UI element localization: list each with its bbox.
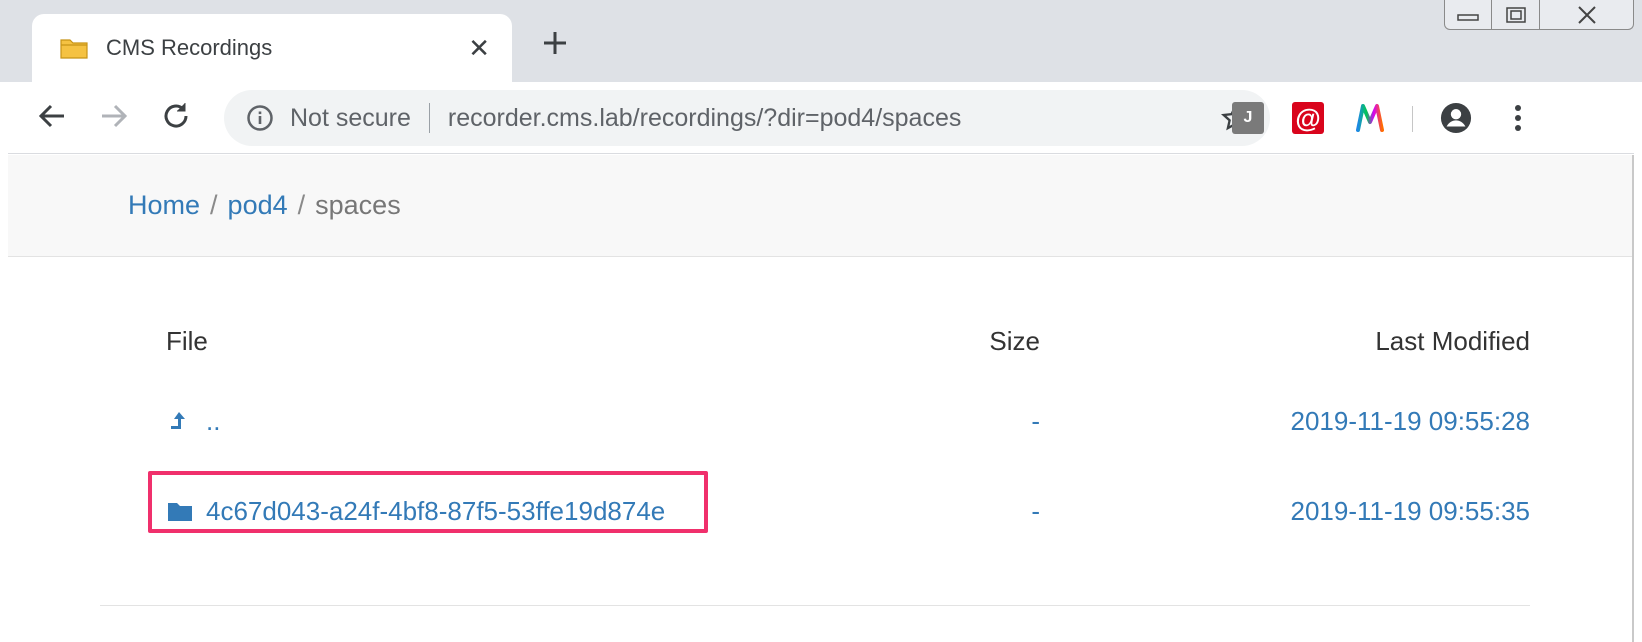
file-size: - — [1031, 496, 1040, 526]
table-row: 4c67d043-a24f-4bf8-87f5-53ffe19d874e - 2… — [100, 471, 1531, 583]
minimize-button[interactable] — [1444, 0, 1492, 30]
breadcrumb: Home / pod4 / spaces — [8, 155, 1632, 257]
window-controls — [1444, 0, 1634, 32]
back-button[interactable] — [32, 98, 72, 138]
column-header-file[interactable]: File — [166, 323, 208, 359]
column-header-size[interactable]: Size — [989, 323, 1040, 359]
table-row: .. - 2019-11-19 09:55:28 — [100, 403, 1530, 493]
folder-icon — [60, 37, 88, 59]
table-bottom-divider — [100, 605, 1530, 606]
address-bar[interactable]: Not secure recorder.cms.lab/recordings/?… — [224, 90, 1270, 146]
file-table: File Size Last Modified .. - 2019-11-19 … — [100, 323, 1530, 583]
folder-icon — [166, 496, 194, 521]
table-header: File Size Last Modified — [100, 323, 1530, 403]
info-icon[interactable] — [246, 104, 274, 132]
reload-icon — [160, 100, 192, 137]
file-size: - — [1031, 406, 1040, 436]
forward-arrow-icon — [99, 101, 129, 136]
file-modified: 2019-11-19 09:55:28 — [1290, 406, 1531, 436]
maximize-button[interactable] — [1492, 0, 1540, 30]
breadcrumb-current: spaces — [315, 190, 401, 220]
forward-button[interactable] — [94, 98, 134, 138]
close-window-button[interactable] — [1540, 0, 1634, 30]
breadcrumb-pod4[interactable]: pod4 — [228, 190, 288, 221]
profile-avatar-icon[interactable] — [1440, 102, 1472, 134]
browser-toolbar: Not secure recorder.cms.lab/recordings/?… — [8, 82, 1634, 154]
tab-title: CMS Recordings — [106, 35, 273, 60]
folder-link[interactable]: 4c67d043-a24f-4bf8-87f5-53ffe19d874e — [166, 493, 665, 529]
menu-kebab-icon[interactable] — [1502, 102, 1534, 134]
at-extension-icon[interactable]: @ — [1292, 102, 1324, 134]
breadcrumb-separator: / — [210, 190, 218, 220]
j-extension-icon[interactable]: J — [1232, 102, 1264, 134]
parent-directory-link[interactable]: .. — [166, 403, 220, 439]
m-extension-icon[interactable] — [1354, 102, 1386, 134]
level-up-icon — [166, 406, 194, 430]
new-tab-button[interactable] — [538, 28, 572, 62]
url-text[interactable]: recorder.cms.lab/recordings/?dir=pod4/sp… — [448, 104, 1218, 133]
omnibox-divider — [428, 103, 430, 133]
toolbar-divider — [1412, 106, 1413, 132]
back-arrow-icon — [37, 101, 67, 136]
column-header-modified[interactable]: Last Modified — [1375, 323, 1530, 359]
close-tab-icon[interactable]: ✕ — [468, 35, 490, 61]
security-label[interactable]: Not secure — [290, 104, 411, 133]
file-modified: 2019-11-19 09:55:35 — [1290, 496, 1531, 526]
breadcrumb-home[interactable]: Home — [128, 190, 200, 221]
reload-button[interactable] — [156, 98, 196, 138]
browser-tab[interactable]: CMS Recordings ✕ — [32, 14, 512, 82]
page-content: Home / pod4 / spaces File Size Last Modi… — [8, 155, 1634, 642]
breadcrumb-separator: / — [297, 190, 306, 220]
browser-titlebar: CMS Recordings ✕ — [0, 0, 1642, 82]
